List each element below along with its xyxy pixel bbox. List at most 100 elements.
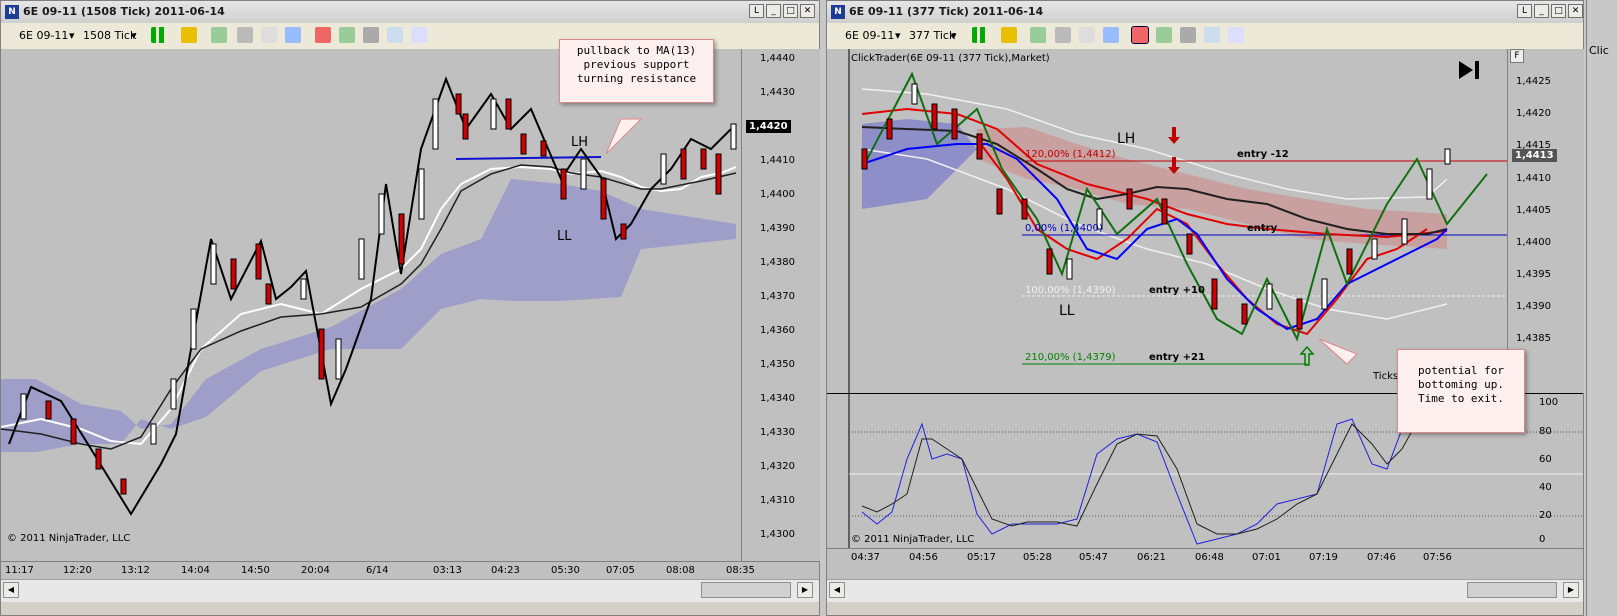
left-time-axis[interactable]: 11:17 12:20 13:12 14:04 14:50 20:04 6/14… — [1, 561, 819, 580]
right-price-panel[interactable]: ClickTrader(6E 09-11 (377 Tick),Market) — [827, 49, 1507, 393]
close-button[interactable]: ✕ — [800, 4, 815, 18]
dropdown-icon[interactable]: ▾ — [895, 29, 901, 42]
x-tick: 07:56 — [1423, 552, 1452, 563]
indicator-icon[interactable] — [1030, 27, 1046, 43]
stochastic-k-line — [861, 418, 1418, 545]
x-tick: 08:35 — [726, 565, 755, 576]
crosshair-icon[interactable] — [1079, 27, 1095, 43]
snapshot-icon[interactable] — [1204, 27, 1220, 43]
instrument-selector[interactable]: 6E 09-11 — [845, 29, 894, 42]
cursor-icon[interactable] — [261, 27, 277, 43]
annotation-callout[interactable]: pullback to MA(13) previous support turn… — [559, 39, 714, 103]
left-title-bar[interactable]: N 6E 09-11 (1508 Tick) 2011-06-14 L _ □ … — [1, 1, 819, 24]
callout-line: pullback to MA(13) — [576, 44, 697, 57]
properties-icon[interactable] — [315, 27, 331, 43]
snapshot-icon[interactable] — [387, 27, 403, 43]
fib-100-label: 100,00% (1,4390) — [1025, 285, 1116, 296]
last-price-marker: 1,4413 — [1512, 149, 1557, 162]
fib-120-label: 120,00% (1,4412) — [1025, 149, 1116, 160]
callout-line: Time to exit. — [1417, 392, 1505, 405]
maximize-button[interactable]: □ — [783, 4, 798, 18]
osc-y-tick: 80 — [1539, 426, 1552, 437]
scroll-left-icon[interactable]: ◀ — [829, 582, 845, 598]
fib-210-label: 210,00% (1,4379) — [1025, 352, 1116, 363]
y-tick: 1,4330 — [760, 427, 795, 438]
share-icon[interactable] — [411, 27, 427, 43]
scroll-right-icon[interactable]: ▶ — [1563, 582, 1579, 598]
y-tick: 1,4380 — [760, 257, 795, 268]
right-price-axis[interactable]: F 1,4425 1,4420 1,4415 1,4413 1,4410 1,4… — [1507, 49, 1584, 393]
go-to-last-bar-icon[interactable] — [1459, 61, 1479, 79]
osc-y-tick: 60 — [1539, 454, 1552, 465]
copyright-label: © 2011 NinjaTrader, LLC — [7, 533, 131, 544]
bar-type-icon[interactable] — [972, 27, 988, 43]
properties-icon[interactable] — [1131, 26, 1149, 44]
x-tick: 05:28 — [1023, 552, 1052, 563]
share-icon[interactable] — [1228, 27, 1244, 43]
x-tick: 04:37 — [851, 552, 880, 563]
annotation-callout[interactable]: potential for bottoming up. Time to exit… — [1397, 349, 1525, 433]
interval-selector[interactable]: 1508 Tick — [83, 29, 136, 42]
resistance-line — [455, 156, 602, 160]
y-tick: 1,4310 — [760, 495, 795, 506]
callout-line: bottoming up. — [1417, 378, 1505, 391]
y-tick: 1,4395 — [1516, 269, 1551, 280]
data-box-icon[interactable] — [363, 27, 379, 43]
y-tick: 1,4320 — [760, 461, 795, 472]
dropdown-icon[interactable]: ▾ — [951, 29, 957, 42]
strategy-icon[interactable] — [237, 27, 253, 43]
link-button[interactable]: L — [749, 4, 764, 18]
instrument-selector[interactable]: 6E 09-11 — [19, 29, 68, 42]
callout-line: potential for — [1417, 364, 1505, 377]
label-lower-low: LL — [1059, 303, 1075, 319]
close-button[interactable]: ✕ — [1568, 4, 1583, 18]
entry-minus12-label: entry -12 — [1237, 149, 1289, 160]
pencil-icon[interactable] — [181, 27, 197, 43]
pencil-icon[interactable] — [1001, 27, 1017, 43]
dropdown-icon[interactable]: ▾ — [69, 29, 75, 42]
maximize-button[interactable]: □ — [1551, 4, 1566, 18]
osc-y-tick: 20 — [1539, 510, 1552, 521]
copyright-label: © 2011 NinjaTrader, LLC — [851, 534, 975, 545]
callout-line: turning resistance — [576, 72, 697, 85]
f-button[interactable]: F — [1510, 49, 1524, 63]
minimize-button[interactable]: _ — [766, 4, 781, 18]
template-icon[interactable] — [1156, 27, 1172, 43]
interval-selector[interactable]: 377 Tick — [909, 29, 955, 42]
left-scrollbar[interactable]: ◀ ▶ — [1, 579, 819, 602]
x-tick: 05:17 — [967, 552, 996, 563]
left-price-panel[interactable]: pullback to MA(13) previous support turn… — [0, 39, 741, 561]
strategy-icon[interactable] — [1055, 27, 1071, 43]
x-tick: 04:23 — [491, 565, 520, 576]
scroll-right-icon[interactable]: ▶ — [797, 582, 813, 598]
right-time-axis[interactable]: 04:37 04:56 05:17 05:28 05:47 06:21 06:4… — [827, 548, 1583, 580]
right-scrollbar[interactable]: ◀ ▶ — [827, 579, 1583, 602]
zoom-icon[interactable] — [1103, 27, 1119, 43]
dropdown-icon[interactable]: ▾ — [131, 29, 137, 42]
callout-line: previous support — [583, 58, 690, 71]
x-tick: 12:20 — [63, 565, 92, 576]
link-button[interactable]: L — [1517, 4, 1532, 18]
template-icon[interactable] — [339, 27, 355, 43]
indicator-icon[interactable] — [211, 27, 227, 43]
y-tick: 1,4390 — [760, 223, 795, 234]
left-window-title: 6E 09-11 (1508 Tick) 2011-06-14 — [23, 5, 225, 18]
scroll-left-icon[interactable]: ◀ — [3, 582, 19, 598]
x-tick: 07:05 — [606, 565, 635, 576]
left-price-axis[interactable]: 1,4440 1,4430 1,4420 1,4410 1,4400 1,439… — [741, 49, 820, 561]
zoom-icon[interactable] — [285, 27, 301, 43]
scroll-thumb[interactable] — [701, 582, 791, 598]
x-tick: 14:04 — [181, 565, 210, 576]
osc-y-tick: 0 — [1539, 534, 1546, 545]
osc-y-tick: 100 — [1539, 397, 1559, 408]
x-tick: 13:12 — [121, 565, 150, 576]
minimize-button[interactable]: _ — [1534, 4, 1549, 18]
y-tick: 1,4300 — [760, 529, 795, 540]
callout-pointer — [1318, 338, 1358, 365]
x-tick: 07:01 — [1252, 552, 1281, 563]
scroll-thumb[interactable] — [1467, 582, 1557, 598]
right-title-bar[interactable]: N 6E 09-11 (377 Tick) 2011-06-14 L _ □ ✕ — [827, 1, 1583, 24]
x-tick: 6/14 — [366, 565, 389, 576]
data-box-icon[interactable] — [1180, 27, 1196, 43]
bar-type-icon[interactable] — [151, 27, 167, 43]
